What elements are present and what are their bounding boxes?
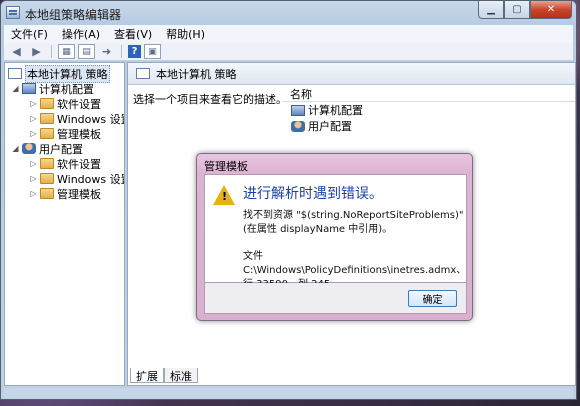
collapse-arrow-icon[interactable]: ◢ xyxy=(11,84,20,93)
tree-item-computer-windows[interactable]: ▷ Windows 设置 xyxy=(29,111,125,126)
user-icon xyxy=(291,120,305,132)
menu-bar: 文件(F) 操作(A) 查看(V) 帮助(H) xyxy=(4,25,573,43)
error-dialog: 管理模板 进行解析时遇到错误。 找不到资源 "$(string.NoReport… xyxy=(196,153,473,321)
tree-item-label: 软件设置 xyxy=(57,97,101,111)
tree-item-label: 软件设置 xyxy=(57,157,101,171)
caption-buttons: ▁ ▢ ✕ xyxy=(478,1,572,20)
tab-extended[interactable]: 扩展 xyxy=(130,368,164,383)
view-tabs: 扩展 标准 xyxy=(130,368,198,383)
extended-view-icon[interactable]: ▣ xyxy=(144,44,161,59)
column-header-label: 名称 xyxy=(290,87,312,101)
tree-item-user-admin-templates[interactable]: ▷ 管理模板 xyxy=(29,186,101,201)
description-hint: 选择一个项目来查看它的描述。 xyxy=(133,93,287,106)
close-icon: ✕ xyxy=(546,4,556,15)
menu-view[interactable]: 查看(V) xyxy=(107,26,159,42)
user-icon xyxy=(22,143,36,154)
folder-icon xyxy=(40,188,54,199)
expand-arrow-icon[interactable]: ▷ xyxy=(29,114,38,123)
toolbar: ◀ ▶ ▦ ▤ ➜ ? ▣ xyxy=(4,43,573,61)
column-header-name[interactable]: 名称 xyxy=(282,86,575,102)
show-tree-icon[interactable]: ▦ xyxy=(58,44,75,59)
tree-item-computer-admin-templates[interactable]: ▷ 管理模板 xyxy=(29,126,101,141)
warning-icon xyxy=(213,185,235,205)
folder-icon xyxy=(40,173,54,184)
details-header-title: 本地计算机 策略 xyxy=(156,67,237,81)
tree-item-computer-config[interactable]: ◢ 计算机配置 xyxy=(11,81,94,96)
tree-item-user-windows[interactable]: ▷ Windows 设置 xyxy=(29,171,125,186)
dialog-body: 进行解析时遇到错误。 找不到资源 "$(string.NoReportSiteP… xyxy=(204,174,467,290)
properties-icon[interactable]: ▤ xyxy=(78,44,95,59)
ok-button[interactable]: 确定 xyxy=(408,290,457,307)
folder-icon xyxy=(40,158,54,169)
collapse-arrow-icon[interactable]: ◢ xyxy=(11,144,20,153)
help-icon[interactable]: ? xyxy=(128,45,141,58)
forward-arrow-icon[interactable]: ▶ xyxy=(28,44,45,59)
export-list-icon[interactable]: ➜ xyxy=(98,44,115,59)
tree-item-computer-software[interactable]: ▷ 软件设置 xyxy=(29,96,101,111)
details-header: 本地计算机 策略 xyxy=(128,63,575,85)
tree-item-label: Windows 设置 xyxy=(57,172,125,186)
expand-arrow-icon[interactable]: ▷ xyxy=(29,174,38,183)
title-bar[interactable]: 本地组策略编辑器 ▁ ▢ ✕ xyxy=(1,1,576,25)
status-bar xyxy=(4,388,573,398)
tree-item-label: 管理模板 xyxy=(57,187,101,201)
tree-item-label: Windows 设置 xyxy=(57,112,125,126)
window-title: 本地组策略编辑器 xyxy=(25,8,122,22)
dialog-footer: 确定 xyxy=(204,283,467,314)
tree-item-label: 用户配置 xyxy=(39,142,83,156)
tree-item-user-software[interactable]: ▷ 软件设置 xyxy=(29,156,101,171)
list-item-user-config[interactable]: 用户配置 xyxy=(282,118,575,134)
maximize-icon: ▢ xyxy=(512,4,522,15)
folder-icon xyxy=(40,113,54,124)
expand-arrow-icon[interactable]: ▷ xyxy=(29,99,38,108)
expand-arrow-icon[interactable]: ▷ xyxy=(29,159,38,168)
folder-icon xyxy=(40,98,54,109)
list-item-label: 用户配置 xyxy=(308,120,352,133)
tree-item-root[interactable]: 本地计算机 策略 xyxy=(8,64,110,83)
computer-icon xyxy=(291,104,305,116)
maximize-button[interactable]: ▢ xyxy=(504,1,530,19)
gpedit-app-icon xyxy=(6,6,20,19)
tree-item-label: 管理模板 xyxy=(57,127,101,141)
toolbar-separator xyxy=(51,45,52,58)
computer-icon xyxy=(22,83,36,94)
back-arrow-icon[interactable]: ◀ xyxy=(8,44,25,59)
dialog-message: 找不到资源 "$(string.NoReportSiteProblems)" (… xyxy=(243,210,464,235)
menu-help[interactable]: 帮助(H) xyxy=(159,26,212,42)
policy-document-icon xyxy=(136,68,150,79)
list-item-computer-config[interactable]: 计算机配置 xyxy=(282,102,575,118)
expand-arrow-icon[interactable]: ▷ xyxy=(29,129,38,138)
tree-item-user-config[interactable]: ◢ 用户配置 xyxy=(11,141,83,156)
dialog-heading: 进行解析时遇到错误。 xyxy=(243,186,383,202)
minimize-button[interactable]: ▁ xyxy=(478,1,504,19)
close-button[interactable]: ✕ xyxy=(530,1,572,19)
policy-document-icon xyxy=(8,68,22,79)
dialog-title: 管理模板 xyxy=(204,160,248,173)
minimize-icon: ▁ xyxy=(487,4,495,15)
tree-item-label: 计算机配置 xyxy=(39,82,94,96)
menu-file[interactable]: 文件(F) xyxy=(4,26,55,42)
list-item-label: 计算机配置 xyxy=(308,104,363,117)
folder-icon xyxy=(40,128,54,139)
toolbar-separator xyxy=(121,45,122,58)
expand-arrow-icon[interactable]: ▷ xyxy=(29,189,38,198)
tab-standard[interactable]: 标准 xyxy=(164,368,198,383)
menu-action[interactable]: 操作(A) xyxy=(55,26,107,42)
navigation-tree: 本地计算机 策略 ◢ 计算机配置 ▷ 软件设置 ▷ Windows 设置 ▷ 管… xyxy=(4,62,125,386)
